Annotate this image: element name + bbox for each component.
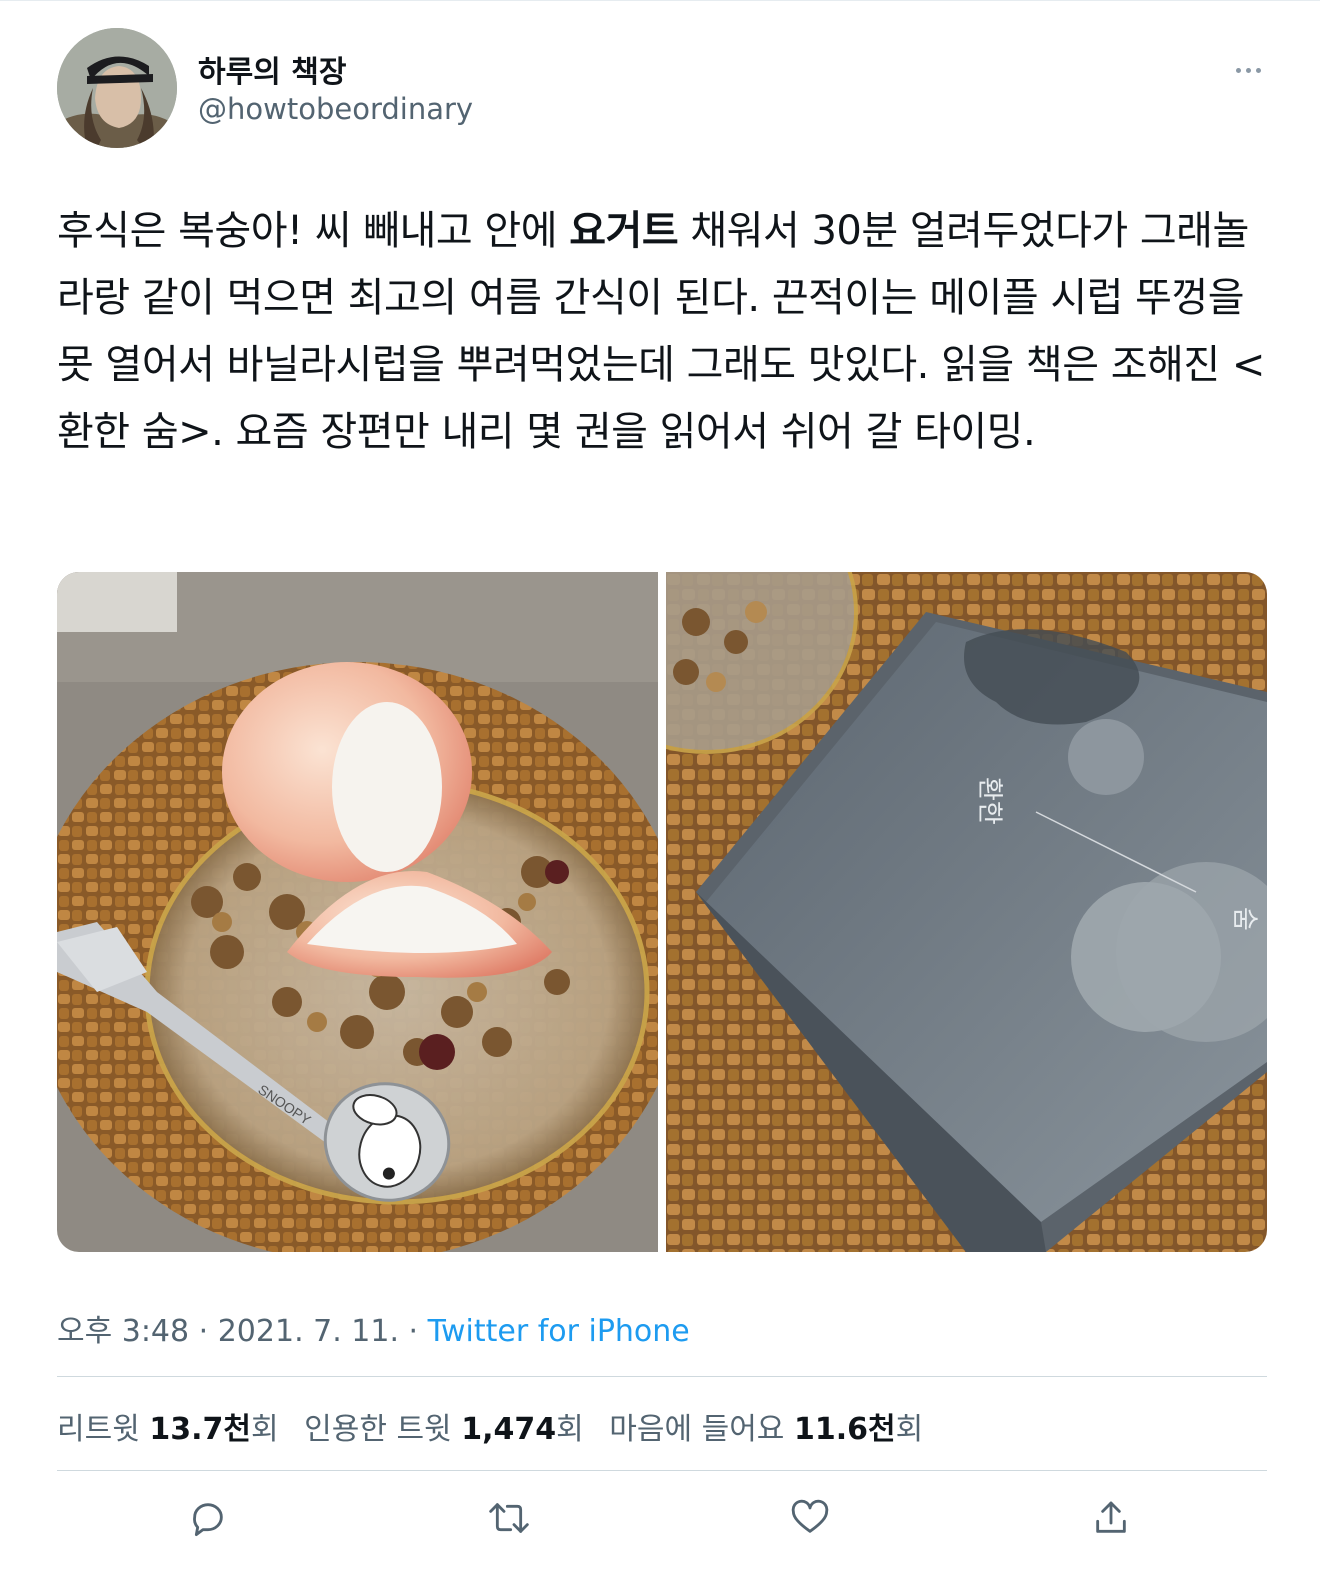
top-divider xyxy=(0,0,1320,1)
retweet-icon[interactable] xyxy=(477,1486,541,1550)
likes-stat[interactable]: 마음에 들어요 11.6천회 xyxy=(609,1412,923,1447)
more-horizontal-icon[interactable] xyxy=(1226,56,1270,84)
tweet-source-link[interactable]: Twitter for iPhone xyxy=(428,1314,690,1349)
quotes-count: 1,474 xyxy=(461,1412,557,1447)
retweets-label: 리트윗 xyxy=(57,1412,150,1447)
book-title-line-1: 환한 xyxy=(974,777,1004,825)
tweet-time[interactable]: 오후 3:48 xyxy=(57,1314,189,1349)
tweet-media: SNOOPY 환한 숨 xyxy=(57,572,1267,1252)
photo-book-cover[interactable]: 환한 숨 xyxy=(666,572,1267,1252)
likes-unit: 회 xyxy=(895,1412,924,1447)
author-avatar[interactable] xyxy=(57,28,177,148)
tweet-text-part: 후식은 복숭아! 씨 빼내고 안에 xyxy=(57,208,570,254)
tweet-stats: 리트윗 13.7천회 인용한 트윗 1,474회 마음에 들어요 11.6천회 xyxy=(57,1404,939,1448)
author-handle[interactable]: @howtobeordinary xyxy=(198,92,473,126)
divider xyxy=(57,1376,1267,1377)
meta-separator: · xyxy=(189,1314,218,1349)
photo-peach-dessert[interactable]: SNOOPY xyxy=(57,572,658,1252)
reply-icon[interactable] xyxy=(176,1486,240,1550)
divider xyxy=(57,1470,1267,1471)
share-icon[interactable] xyxy=(1079,1486,1143,1550)
book-title-line-2: 숨 xyxy=(1229,907,1259,931)
likes-label: 마음에 들어요 xyxy=(609,1412,794,1447)
tweet-text: 후식은 복숭아! 씨 빼내고 안에 요거트 채워서 30분 얼려두었다가 그래놀… xyxy=(57,198,1272,466)
tweet-text-bold: 요거트 xyxy=(569,208,679,254)
quotes-unit: 회 xyxy=(556,1412,584,1447)
tweet-meta: 오후 3:48 · 2021. 7. 11. · Twitter for iPh… xyxy=(57,1306,690,1350)
tweet-date[interactable]: 2021. 7. 11. xyxy=(218,1314,399,1349)
quotes-stat[interactable]: 인용한 트윗 1,474회 xyxy=(304,1412,584,1447)
likes-count: 11.6천 xyxy=(793,1412,896,1447)
retweets-stat[interactable]: 리트윗 13.7천회 xyxy=(57,1412,279,1447)
retweets-count: 13.7천 xyxy=(149,1412,251,1447)
tweet-actions xyxy=(57,1486,1267,1556)
heart-icon[interactable] xyxy=(778,1486,842,1550)
quotes-label: 인용한 트윗 xyxy=(304,1412,462,1447)
retweets-unit: 회 xyxy=(250,1412,279,1447)
author-display-name[interactable]: 하루의 책장 xyxy=(198,47,346,91)
meta-separator: · xyxy=(399,1314,428,1349)
